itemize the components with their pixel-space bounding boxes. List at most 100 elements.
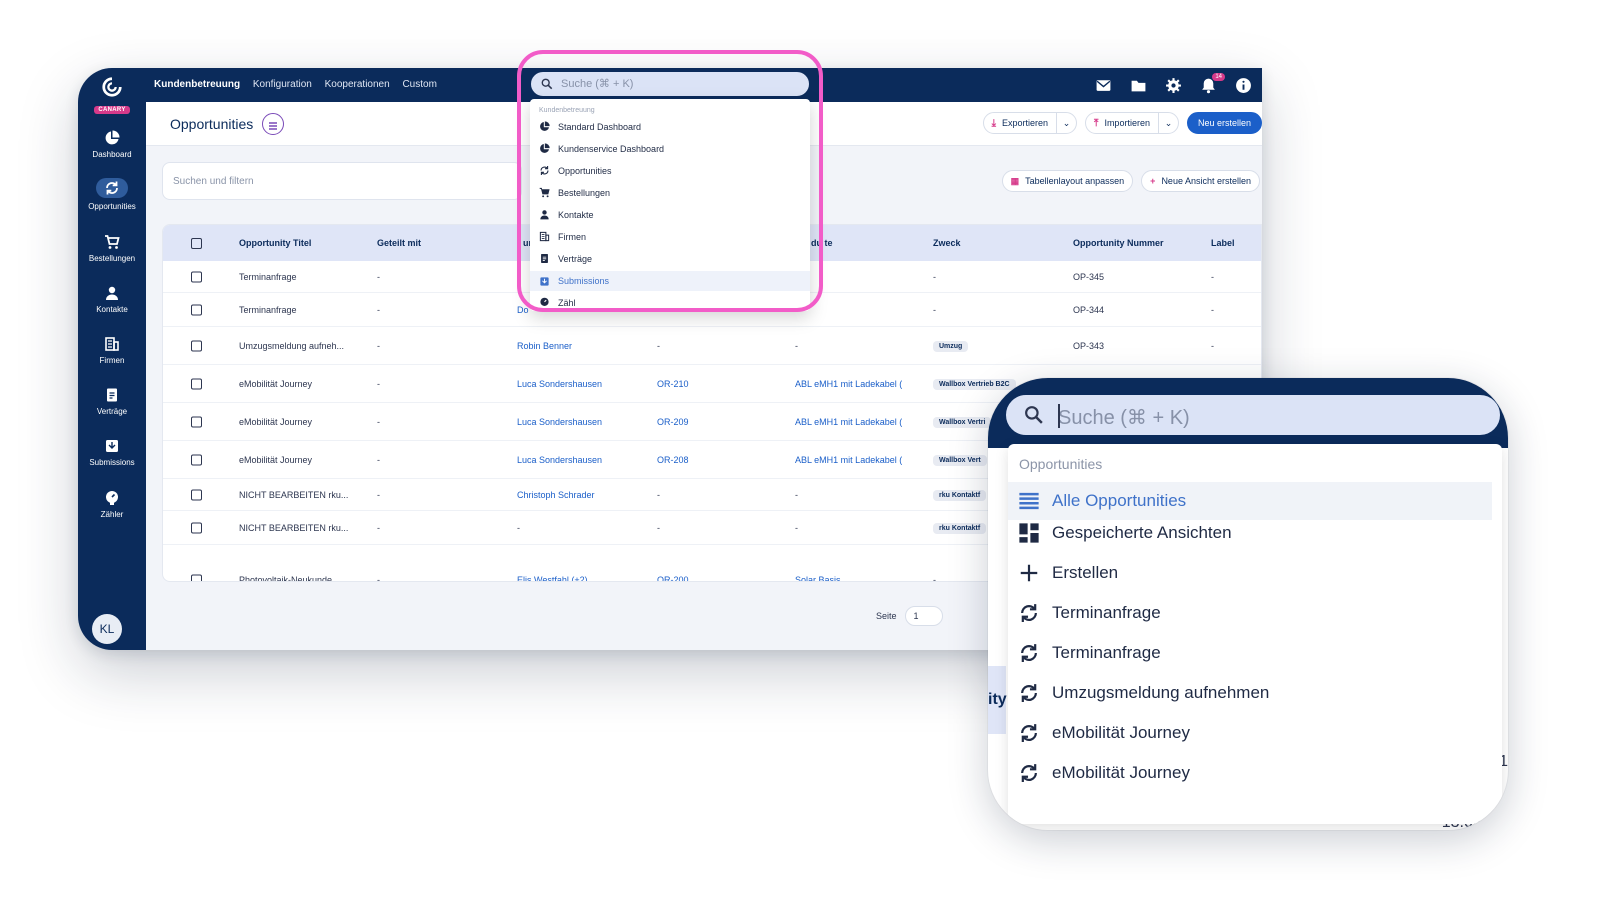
zoom-dropdown-item[interactable]: eMobilität Journey [1018, 762, 1190, 784]
user-avatar[interactable]: KL [92, 614, 122, 644]
zoom-dropdown-item-label: Erstellen [1052, 563, 1119, 582]
row-checkbox[interactable] [191, 574, 202, 581]
sidebar-item-submissions[interactable]: Submissions [78, 438, 146, 467]
row-checkbox[interactable] [191, 489, 202, 500]
zoom-dropdown-item[interactable]: Umzugsmeldung aufnehmen [1018, 682, 1269, 704]
cell-owner[interactable]: Luca Sondershausen [517, 455, 602, 465]
zoom-dropdown-item[interactable]: Gespeicherte Ansichten [1018, 522, 1232, 544]
gear-icon[interactable] [1165, 77, 1182, 94]
column-purpose[interactable]: Zweck [933, 238, 961, 248]
zoom-dropdown-item[interactable]: Terminanfrage [1018, 602, 1161, 624]
import-button[interactable]: ⤒ Importieren ⌄ [1085, 112, 1179, 134]
sidebar-item-dashboard[interactable]: Dashboard [78, 130, 146, 159]
zoom-dropdown-item[interactable]: Terminanfrage [1018, 642, 1161, 664]
row-checkbox[interactable] [191, 416, 202, 427]
cell-product[interactable]: Solar Basis [795, 575, 841, 582]
cell-order[interactable]: OR-210 [657, 379, 689, 389]
cell-owner[interactable]: Robin Benner [517, 341, 572, 351]
person-icon [106, 286, 118, 300]
column-label[interactable]: Label [1211, 238, 1235, 248]
pie-chart-icon [105, 130, 120, 145]
row-checkbox[interactable] [191, 454, 202, 465]
cell-order[interactable]: OR-209 [657, 417, 689, 427]
building-icon [105, 337, 119, 351]
table-row[interactable]: Umzugsmeldung aufneh... - Robin Benner - - Um… [163, 327, 1261, 365]
folder-icon[interactable] [1130, 77, 1147, 94]
logo[interactable]: CANARY [78, 76, 146, 116]
cell-number: OP-343 [1073, 340, 1105, 351]
sidebar-item-zaehler[interactable]: Zähler [78, 490, 146, 519]
table-layout-label: Tabellenlayout anpassen [1025, 176, 1125, 186]
chevron-down-icon[interactable]: ⌄ [1056, 113, 1076, 133]
page-input[interactable]: 1 [904, 606, 943, 626]
sidebar-item-vertraege[interactable]: Verträge [78, 387, 146, 416]
filter-actions: ▦ Tabellenlayout anpassen + Neue Ansicht… [1001, 170, 1260, 192]
page-title: Opportunities [170, 116, 254, 132]
cell-order[interactable]: OR-208 [657, 455, 689, 465]
top-icons: 14 [1095, 72, 1252, 94]
cell-label: - [1211, 304, 1214, 315]
zoom-dropdown-item[interactable]: Erstellen [1018, 562, 1118, 584]
top-nav-konfiguration[interactable]: Konfiguration [253, 79, 312, 90]
upload-icon: ⤒ [1094, 117, 1099, 129]
sidebar-item-opportunities[interactable]: Opportunities [78, 178, 146, 211]
cell-title: Photovoltaik-Neukunde [239, 574, 333, 582]
cell-product[interactable]: ABL eMH1 mit Ladekabel ( [795, 455, 902, 465]
top-nav-kundenbetreuung[interactable]: Kundenbetreuung [154, 79, 240, 90]
cell-owner[interactable]: Luca Sondershausen [517, 417, 602, 427]
notifications[interactable]: 14 [1200, 72, 1225, 94]
sidebar-item-label: Kontakte [96, 305, 128, 314]
cell-shared: - [377, 378, 380, 389]
top-nav: Kundenbetreuung Konfiguration Kooperatio… [154, 79, 447, 90]
row-checkbox[interactable] [191, 304, 202, 315]
row-checkbox[interactable] [191, 271, 202, 282]
zoom-search-input[interactable]: Suche (⌘ + K) [1004, 393, 1502, 437]
cell-owner[interactable]: Luca Sondershausen [517, 379, 602, 389]
sidebar-item-kontakte[interactable]: Kontakte [78, 285, 146, 314]
cell-owner[interactable]: Christoph Schrader [517, 490, 595, 500]
cell-title: eMobilität Journey [239, 416, 313, 427]
top-nav-custom[interactable]: Custom [402, 79, 436, 90]
cell-product[interactable]: ABL eMH1 mit Ladekabel ( [795, 379, 902, 389]
create-button[interactable]: Neu erstellen [1186, 112, 1262, 134]
refresh-icon [1021, 764, 1037, 782]
active-indicator [96, 178, 128, 198]
search-filter-input[interactable]: Suchen und filtern [162, 162, 522, 200]
zoom-dropdown-item[interactable]: Alle Opportunities [1008, 482, 1492, 520]
cell-product[interactable]: ABL eMH1 mit Ladekabel ( [795, 417, 902, 427]
export-button[interactable]: ⤓ Exportieren ⌄ [982, 112, 1078, 134]
column-title[interactable]: Opportunity Titel [239, 238, 311, 248]
select-all-checkbox[interactable] [191, 238, 202, 249]
table-layout-button[interactable]: ▦ Tabellenlayout anpassen [1001, 170, 1134, 192]
sidebar-item-firmen[interactable]: Firmen [78, 336, 146, 365]
refresh-icon [1021, 724, 1037, 742]
cell-purpose: - [933, 574, 936, 582]
zoom-dropdown-item[interactable]: eMobilität Journey [1018, 722, 1190, 744]
column-number[interactable]: Opportunity Nummer [1073, 238, 1164, 248]
row-checkbox[interactable] [191, 340, 202, 351]
sidebar-item-label: Submissions [89, 458, 135, 467]
zoom-callout: ity 1 13.08.20 Suche (⌘ + K) Opportuniti… [988, 378, 1508, 830]
row-checkbox[interactable] [191, 378, 202, 389]
mail-icon[interactable] [1095, 77, 1112, 94]
document-icon [107, 388, 117, 402]
column-shared[interactable]: Geteilt mit [377, 238, 421, 248]
new-view-label: Neue Ansicht erstellen [1161, 176, 1251, 186]
cell-shared: - [377, 522, 380, 533]
cell-shared: - [377, 416, 380, 427]
sidebar-item-label: Opportunities [88, 202, 136, 211]
sidebar-item-bestellungen[interactable]: Bestellungen [78, 234, 146, 263]
info-icon[interactable] [1235, 77, 1252, 94]
top-nav-kooperationen[interactable]: Kooperationen [325, 79, 390, 90]
cell-owner[interactable]: Elis Westfahl (+2) [517, 575, 588, 582]
new-view-button[interactable]: + Neue Ansicht erstellen [1141, 170, 1260, 192]
cell-order[interactable]: OR-200 [657, 575, 689, 582]
row-checkbox[interactable] [191, 522, 202, 533]
chevron-down-icon[interactable]: ⌄ [1157, 113, 1178, 133]
cell-title: Terminanfrage [239, 304, 297, 315]
cell-purpose: - [933, 304, 936, 315]
views-menu-button[interactable] [262, 113, 284, 135]
refresh-icon [1021, 644, 1037, 662]
purpose-tag: Wallbox Vert [933, 454, 987, 466]
cell-product: - [795, 522, 798, 533]
